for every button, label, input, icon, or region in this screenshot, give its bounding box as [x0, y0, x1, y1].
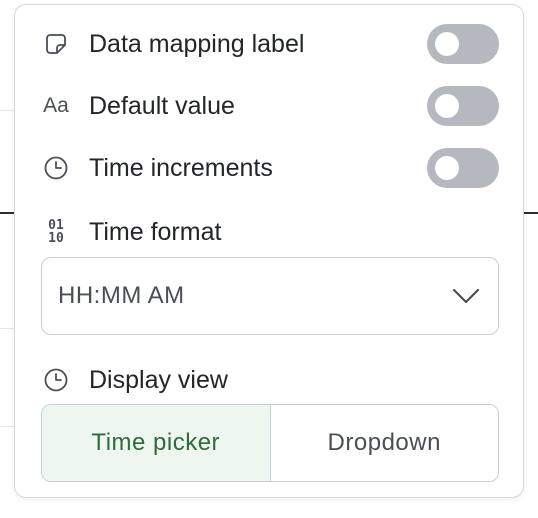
toggle-knob [435, 32, 459, 56]
setting-label: Time increments [89, 153, 273, 182]
setting-row-default-value: Aa Default value [41, 86, 499, 126]
segment-time-picker[interactable]: Time picker [42, 405, 271, 481]
toggle-knob [435, 94, 459, 118]
default-value-toggle[interactable] [427, 86, 499, 126]
field-settings-popover: Data mapping label Aa Default value Time… [14, 4, 524, 498]
text-aa-icon: Aa [43, 94, 69, 117]
clock-icon [41, 153, 71, 183]
time-format-value: HH:MM AM [58, 282, 185, 309]
binary-icon-bottom: 10 [48, 231, 64, 246]
chevron-down-icon [450, 286, 482, 306]
display-view-header: Display view [41, 360, 499, 400]
binary-icon: 01 10 [41, 217, 71, 247]
clock-icon [41, 365, 71, 395]
time-format-select[interactable]: HH:MM AM [41, 257, 499, 335]
background-divider [524, 212, 538, 214]
display-view-label: Display view [89, 365, 228, 394]
page: Data mapping label Aa Default value Time… [0, 0, 538, 518]
setting-label: Default value [89, 91, 235, 120]
setting-row-time-increments: Time increments [41, 148, 499, 188]
setting-label: Data mapping label [89, 29, 305, 58]
display-view-segmented-control: Time picker Dropdown [41, 404, 499, 482]
time-format-header: 01 10 Time format [41, 212, 499, 252]
time-format-label: Time format [89, 217, 222, 246]
time-increments-toggle[interactable] [427, 148, 499, 188]
segment-dropdown[interactable]: Dropdown [270, 405, 498, 481]
data-mapping-label-toggle[interactable] [427, 24, 499, 64]
tag-icon [41, 29, 71, 59]
toggle-knob [435, 156, 459, 180]
setting-row-data-mapping-label: Data mapping label [41, 24, 499, 64]
